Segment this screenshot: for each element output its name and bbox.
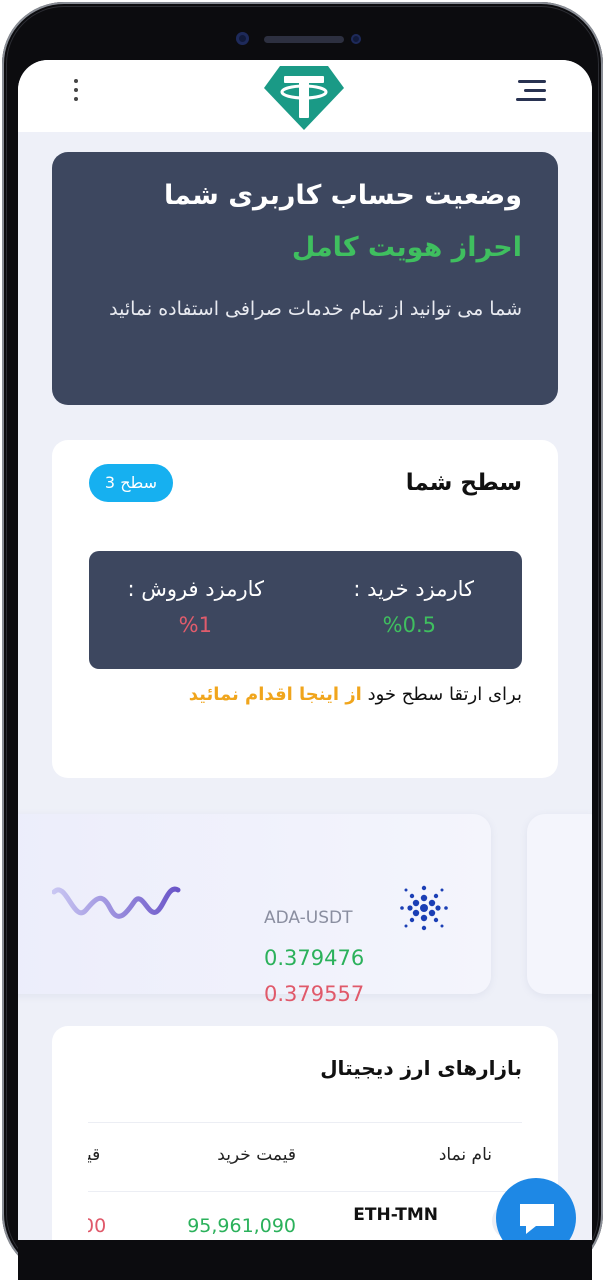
tether-logo[interactable]	[262, 62, 346, 134]
phone-frame: وضعیت حساب کاربری شما احراز هویت کامل شم…	[2, 2, 603, 1280]
header-sell-price: قیـ	[88, 1145, 101, 1165]
ticker-sell-price: 0.379557	[264, 982, 365, 1006]
support-chat-button[interactable]	[496, 1178, 576, 1240]
chat-icon	[520, 1204, 554, 1234]
markets-table[interactable]: نام نماد قیمت خرید قیـ ETH-TMN 95,961,09…	[88, 1122, 522, 1240]
row-symbol: ETH-TMN	[353, 1205, 438, 1225]
sell-fee-label: کارمزد فروش :	[127, 577, 264, 601]
buy-fee-value: %0.5	[382, 613, 436, 637]
ticker-buy-price: 0.379476	[264, 946, 365, 970]
app-screen: وضعیت حساب کاربری شما احراز هویت کامل شم…	[18, 60, 592, 1240]
row-buy-price: 95,961,090	[187, 1215, 296, 1237]
phone-bottom-bezel	[18, 1240, 592, 1280]
upgrade-prefix: برای ارتقا سطح خود	[367, 684, 522, 705]
sell-fee-value: %1	[178, 613, 212, 637]
front-camera	[236, 32, 249, 45]
header-buy-price: قیمت خرید	[217, 1145, 296, 1165]
next-ticker-card[interactable]	[527, 814, 592, 994]
table-divider	[88, 1191, 522, 1192]
user-level-card: سطح شما سطح 3 کارمزد خرید : %0.5 کارمزد …	[52, 440, 558, 778]
front-sensor	[351, 34, 361, 44]
upgrade-link[interactable]: از اینجا اقدام نمائید	[189, 684, 362, 705]
account-status-description: شما می توانید از تمام خدمات صرافی استفاد…	[109, 298, 522, 320]
level-title: سطح شما	[405, 470, 522, 496]
account-status-title: وضعیت حساب کاربری شما	[164, 180, 522, 211]
level-badge: سطح 3	[89, 464, 173, 502]
header-symbol: نام نماد	[438, 1145, 492, 1165]
row-sell-price: 00	[88, 1215, 107, 1237]
markets-title: بازارهای ارز دیجیتال	[320, 1056, 522, 1080]
hamburger-icon[interactable]	[512, 77, 546, 105]
digital-markets-card: بازارهای ارز دیجیتال نام نماد قیمت خرید …	[52, 1026, 558, 1240]
sparkline-chart	[52, 886, 181, 919]
phone-speaker	[264, 36, 344, 43]
more-vertical-icon[interactable]	[72, 77, 80, 103]
cardano-icon	[400, 885, 448, 931]
account-status-card: وضعیت حساب کاربری شما احراز هویت کامل شم…	[52, 152, 558, 405]
app-header	[18, 60, 592, 132]
fee-box: کارمزد خرید : %0.5 کارمزد فروش : %1	[89, 551, 522, 669]
buy-fee-label: کارمزد خرید :	[353, 577, 474, 601]
ticker-pair: ADA-USDT	[264, 908, 353, 928]
upgrade-text: برای ارتقا سطح خود از اینجا اقدام نمائید	[189, 684, 522, 705]
verification-status: احراز هویت کامل	[291, 232, 522, 263]
